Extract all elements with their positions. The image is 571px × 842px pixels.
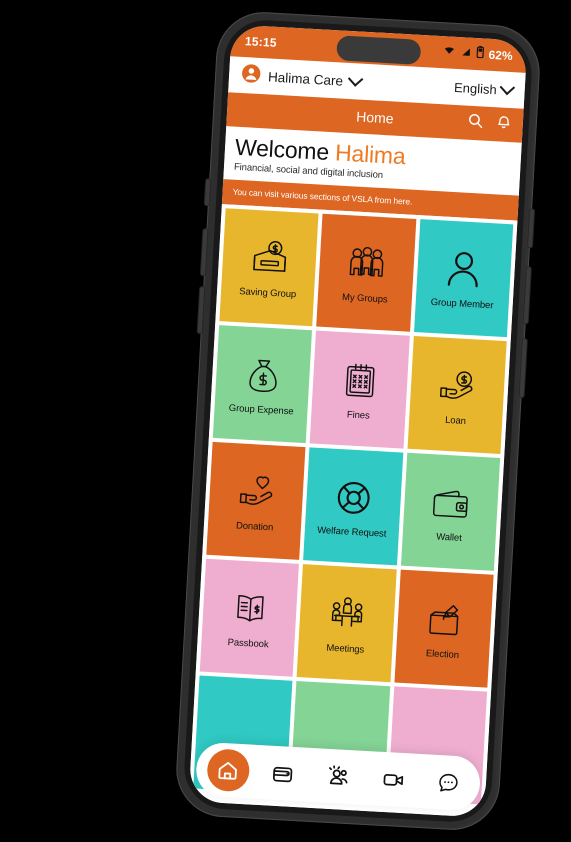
tile-saving-group[interactable]: Saving Group	[219, 208, 319, 327]
lifebuoy-icon	[329, 474, 377, 522]
battery-icon	[475, 45, 485, 63]
tile-welfare-request[interactable]: Welfare Request	[303, 447, 403, 566]
account-name-label: Halima Care	[267, 68, 344, 89]
hand-heart-icon	[232, 468, 280, 516]
tile-label: Fines	[346, 409, 370, 422]
saving-box-icon	[245, 235, 293, 283]
clipboard-x-icon	[336, 357, 384, 405]
welcome-user-name: Halima	[334, 139, 407, 170]
tile-wallet[interactable]: Wallet	[400, 452, 501, 571]
power-button[interactable]	[519, 339, 527, 398]
side-small-button[interactable]	[527, 209, 535, 248]
status-time: 15:15	[244, 34, 278, 50]
tile-fines[interactable]: Fines	[309, 330, 410, 449]
screenshot-stage: 15:15 62% Halima Care English Home Welco…	[0, 0, 571, 842]
tile-label: Loan	[444, 415, 467, 428]
tile-label: Group Member	[430, 297, 494, 312]
signal-icon	[459, 44, 472, 63]
meeting-table-icon	[323, 591, 371, 639]
language-label: English	[453, 79, 498, 97]
chevron-down-icon	[499, 79, 516, 95]
hand-coin-icon	[433, 362, 481, 410]
tile-election[interactable]: Election	[394, 569, 494, 688]
tile-donation[interactable]: Donation	[206, 442, 306, 561]
tile-loan[interactable]: Loan	[407, 336, 507, 455]
video-nav-icon	[383, 773, 403, 786]
tile-label: Election	[425, 648, 460, 662]
account-selector[interactable]: Halima Care	[240, 62, 364, 94]
welcome-greeting: Welcome	[234, 133, 330, 165]
more-nav-icon	[439, 773, 458, 792]
chevron-down-icon	[347, 70, 364, 87]
bell-icon[interactable]	[495, 113, 512, 136]
search-icon[interactable]	[466, 112, 484, 135]
status-indicators: 62%	[442, 43, 513, 65]
passbook-icon	[226, 585, 274, 633]
nav-item-video[interactable]	[371, 757, 415, 801]
tile-label: Saving Group	[238, 286, 297, 301]
tile-label: Passbook	[227, 637, 269, 651]
account-avatar-icon	[240, 62, 261, 88]
home-icon	[218, 761, 238, 780]
nav-item-more[interactable]	[426, 760, 470, 804]
page-title: Home	[355, 108, 395, 127]
tile-label: Group Expense	[228, 402, 294, 418]
wifi-icon	[442, 43, 456, 62]
tile-group-member[interactable]: Group Member	[413, 219, 514, 338]
tile-label: Wallet	[435, 531, 462, 545]
people-group-icon	[342, 240, 390, 288]
tile-label: Welfare Request	[316, 525, 387, 540]
tile-grid-scroll[interactable]: Saving Group My Groups Group Member Group E…	[188, 204, 518, 818]
tile-passbook[interactable]: Passbook	[199, 558, 300, 677]
language-selector[interactable]: English	[453, 79, 516, 97]
wallet-icon	[427, 479, 475, 527]
tile-meetings[interactable]: Meetings	[296, 564, 397, 683]
tile-label: Donation	[235, 520, 274, 534]
group-nav-icon	[329, 765, 348, 785]
nav-item-groups[interactable]	[316, 754, 360, 798]
phone-screen: 15:15 62% Halima Care English Home Welco…	[188, 24, 528, 818]
ballot-box-icon	[420, 596, 468, 644]
volume-down-button[interactable]	[197, 286, 205, 334]
tile-my-groups[interactable]: My Groups	[316, 213, 417, 332]
tile-grid: Saving Group My Groups Group Member Group E…	[193, 208, 514, 805]
phone-device-frame: 15:15 62% Halima Care English Home Welco…	[173, 9, 543, 833]
nav-item-home[interactable]	[205, 748, 251, 793]
wallet-nav-icon	[273, 766, 293, 782]
tile-group-expense[interactable]: Group Expense	[212, 325, 313, 444]
money-bag-icon	[239, 352, 287, 400]
tile-label: Meetings	[326, 642, 365, 656]
power-button-upper[interactable]	[523, 267, 531, 324]
app-bar-actions	[466, 106, 513, 142]
person-icon	[440, 246, 488, 294]
volume-up-button[interactable]	[200, 229, 208, 276]
nav-item-wallet[interactable]	[261, 751, 305, 795]
mute-switch[interactable]	[204, 179, 211, 206]
battery-percent-label: 62%	[488, 47, 514, 64]
dynamic-island	[336, 35, 422, 65]
tile-label: My Groups	[341, 292, 388, 306]
